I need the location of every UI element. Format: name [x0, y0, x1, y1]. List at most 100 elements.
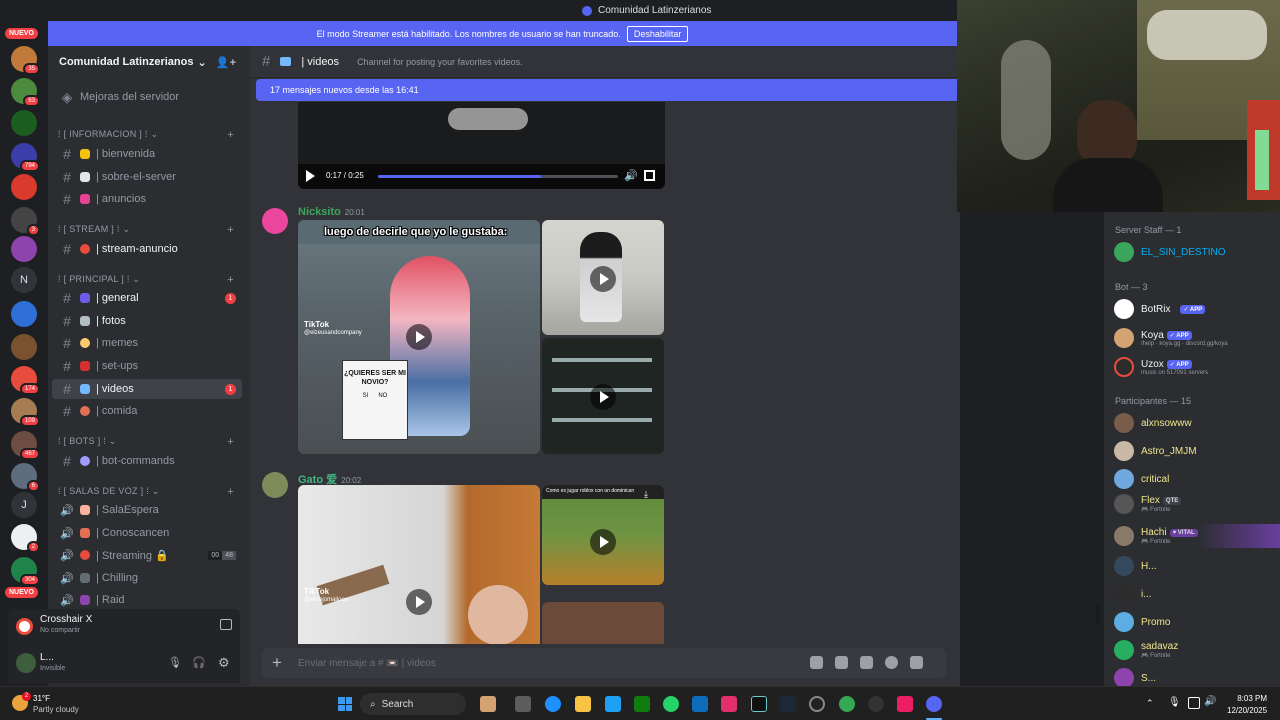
member-item[interactable]: sadavaz 🎮 Fortnite [1114, 638, 1274, 662]
category-salas-de-voz[interactable]: ⁞ [ SALAS DE VOZ ] ⁞ ⌄ + [58, 486, 242, 500]
add-attachment-icon[interactable]: + [272, 653, 282, 673]
play-icon[interactable] [590, 529, 616, 555]
twitter-icon[interactable] [605, 696, 621, 712]
member-item[interactable]: Promo [1114, 610, 1274, 634]
server-icon[interactable] [11, 301, 37, 327]
network-icon[interactable] [1188, 697, 1200, 709]
add-channel-icon[interactable]: + [227, 486, 234, 498]
xbox-icon[interactable] [634, 696, 650, 712]
discord-icon[interactable] [926, 696, 942, 712]
category-bots[interactable]: ⁞ [ BOTS ] ⁞ ⌄ + [58, 436, 242, 450]
server-icon[interactable] [11, 110, 37, 136]
instagram-icon[interactable] [721, 696, 737, 712]
member-item[interactable]: Astro_JMJM [1114, 439, 1274, 463]
scrollbar[interactable] [1096, 604, 1100, 624]
volume-icon[interactable]: 🔊 [1204, 696, 1216, 707]
server-icon[interactable]: 304 [11, 557, 40, 586]
play-icon[interactable] [306, 170, 315, 182]
video-attachment[interactable] [542, 602, 664, 644]
server-icon[interactable]: 794 [11, 143, 40, 172]
channel-fotos[interactable]: # | fotos [52, 311, 242, 331]
seek-bar[interactable] [378, 175, 618, 178]
server-icon[interactable]: 6 [11, 463, 40, 492]
chrome-icon[interactable] [839, 696, 855, 712]
member-item[interactable]: critical [1114, 467, 1274, 491]
gif-icon[interactable] [835, 656, 848, 669]
voice-channel-raid[interactable]: 🔊 | Raid [52, 590, 242, 610]
server-icon[interactable]: 63 [11, 78, 40, 107]
invite-people-icon[interactable]: 👤+ [216, 56, 236, 69]
voice-channel-streaming[interactable]: 🔊 | Streaming 🔒 00 48 [52, 545, 242, 565]
add-channel-icon[interactable]: + [227, 436, 234, 448]
windows-start-icon[interactable] [338, 697, 352, 711]
whatsapp-icon[interactable] [663, 696, 679, 712]
server-icon[interactable]: 174 [11, 366, 40, 395]
member-item[interactable]: i... [1114, 582, 1274, 606]
chevron-up-icon[interactable]: ⌃ [1146, 698, 1154, 709]
store-icon[interactable] [692, 696, 708, 712]
channel-topic[interactable]: Channel for posting your favorites video… [357, 57, 523, 67]
file-explorer-icon[interactable] [575, 696, 591, 712]
avatar[interactable] [262, 472, 288, 498]
channel-bot-commands[interactable]: # | bot-commands [52, 451, 242, 471]
voice-channel-chilling[interactable]: 🔊 | Chilling [52, 568, 242, 588]
category-principal[interactable]: ⁞ [ PRINCIPAL ] ⁞ ⌄ + [58, 274, 242, 288]
message-composer[interactable]: + Enviar mensaje a # 📼 | videos [262, 648, 946, 678]
category-stream[interactable]: ⁞ [ STREAM ] ⁞ ⌄ + [58, 224, 242, 238]
microphone-icon[interactable]: 🎙 [1168, 697, 1181, 708]
headphones-icon[interactable]: 🎧 [192, 656, 206, 669]
server-icon[interactable]: 467 [11, 431, 40, 460]
channel-stream-anuncio[interactable]: # | stream-anuncio [52, 239, 242, 259]
message-input-placeholder[interactable]: Enviar mensaje a # 📼 | videos [298, 658, 436, 669]
channel-comida[interactable]: # | comida [52, 401, 242, 421]
server-icon[interactable] [11, 236, 37, 262]
member-item[interactable]: BotRix ✓ APP [1114, 297, 1274, 321]
avatar[interactable] [16, 653, 36, 673]
server-icon[interactable]: 3 [11, 207, 40, 236]
guild-header[interactable]: Comunidad Latinzerianos ⌄ 👤+ [48, 46, 250, 78]
channel-bienvenida[interactable]: # | bienvenida [52, 144, 242, 164]
sticker-icon[interactable] [860, 656, 873, 669]
channel-sobre-el-server[interactable]: # | sobre-el-server [52, 167, 242, 187]
add-channel-icon[interactable]: + [227, 274, 234, 286]
server-icon[interactable] [11, 334, 37, 360]
download-icon[interactable]: ⤓ [644, 489, 648, 500]
add-channel-icon[interactable]: + [227, 129, 234, 141]
screen-share-icon[interactable] [220, 619, 232, 630]
volume-icon[interactable]: 🔊 [624, 169, 638, 182]
disable-streamer-button[interactable]: Deshabilitar [626, 25, 689, 42]
clock-date[interactable]: 12/20/2025 [1227, 706, 1267, 715]
video-attachment[interactable]: TikTok @elviejomailooo [298, 485, 540, 644]
avatar[interactable] [262, 208, 288, 234]
fullscreen-icon[interactable] [644, 170, 655, 181]
server-boosts[interactable]: ◈ Mejoras del servidor [52, 87, 242, 107]
server-icon[interactable]: J [11, 492, 37, 518]
category-informacion[interactable]: ⁞ [ INFORMACION ] ⁞ ⌄ + [58, 129, 242, 143]
channel-general[interactable]: # | general 1 [52, 288, 242, 308]
server-icon[interactable] [11, 174, 37, 200]
play-icon[interactable] [406, 324, 432, 350]
play-icon[interactable] [590, 266, 616, 292]
play-icon[interactable] [590, 384, 616, 410]
tiktok-icon[interactable] [751, 696, 767, 712]
message-author[interactable]: Nicksito 20:01 [298, 206, 365, 218]
edge-icon[interactable] [545, 696, 561, 712]
voice-channel-salaespera[interactable]: 🔊 | SalaEspera [52, 500, 242, 520]
video-attachment[interactable]: Como es jugar roblox con un dominican ⤓ [542, 485, 664, 585]
video-player[interactable]: 0:17 / 0:25 🔊 [298, 102, 665, 189]
server-icon[interactable]: 2 [11, 524, 40, 553]
new-pill[interactable]: NUEVO [5, 587, 38, 598]
server-icon[interactable]: 109 [11, 398, 40, 427]
task-view-icon[interactable] [515, 696, 531, 712]
member-item[interactable]: H... [1114, 554, 1274, 578]
voice-channel-conoscancen[interactable]: 🔊 | Conoscancen [52, 523, 242, 543]
play-icon[interactable] [406, 589, 432, 615]
member-item[interactable]: alxnsowww [1114, 411, 1274, 435]
member-item[interactable]: Flex QTE 🎮 Fortnite [1114, 492, 1274, 516]
video-attachment[interactable] [542, 338, 664, 454]
add-channel-icon[interactable]: + [227, 224, 234, 236]
microphone-icon[interactable]: 🎙 [168, 656, 182, 669]
steam-icon[interactable] [780, 696, 796, 712]
member-item[interactable]: EL_SIN_DESTINO [1114, 240, 1274, 264]
video-attachment[interactable]: luego de decirle que yo le gustaba: ¿QUI… [298, 220, 540, 454]
